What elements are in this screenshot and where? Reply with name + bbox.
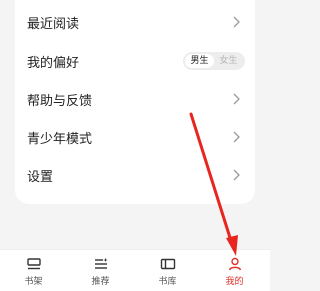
menu-item-label: 青少年模式	[27, 131, 93, 147]
profile-icon	[228, 257, 241, 271]
menu-item-label: 我的偏好	[27, 55, 80, 71]
toggle-option-male[interactable]: 男生	[185, 54, 214, 68]
tab-profile[interactable]: 我的	[201, 250, 268, 291]
menu-item-settings[interactable]: 设置	[15, 156, 255, 194]
bottom-tab-bar: 书架 推荐 书库 我的	[0, 249, 270, 291]
gender-preference-toggle[interactable]: 男生 女生	[183, 52, 245, 70]
library-icon	[160, 258, 175, 270]
profile-page: 最近阅读 我的偏好 男生 女生 帮助与反馈 青少年模式 设置 书架 推荐 书库 …	[0, 0, 270, 291]
menu-item-preferences: 我的偏好 男生 女生	[15, 42, 255, 80]
menu-item-label: 帮助与反馈	[27, 93, 93, 109]
tab-recommend[interactable]: 推荐	[67, 250, 134, 291]
menu-item-recent-reading[interactable]: 最近阅读	[15, 3, 255, 41]
tab-label: 书架	[24, 277, 43, 287]
chevron-right-icon	[233, 131, 240, 143]
menu-item-label: 设置	[27, 169, 54, 185]
settings-menu-card: 最近阅读 我的偏好 男生 女生 帮助与反馈 青少年模式 设置	[15, 0, 255, 204]
tab-label: 推荐	[91, 277, 110, 287]
bookshelf-icon	[26, 258, 41, 270]
recommend-icon	[94, 258, 108, 269]
menu-item-label: 最近阅读	[27, 16, 80, 32]
tab-library[interactable]: 书库	[134, 250, 201, 291]
tab-label: 我的	[225, 277, 244, 287]
tab-label: 书库	[158, 277, 177, 287]
chevron-right-icon	[233, 169, 240, 181]
toggle-option-female[interactable]: 女生	[214, 54, 243, 68]
chevron-right-icon	[233, 93, 240, 105]
menu-item-help-feedback[interactable]: 帮助与反馈	[15, 80, 255, 118]
chevron-right-icon	[233, 16, 240, 28]
menu-item-youth-mode[interactable]: 青少年模式	[15, 118, 255, 156]
tab-bookshelf[interactable]: 书架	[0, 250, 67, 291]
